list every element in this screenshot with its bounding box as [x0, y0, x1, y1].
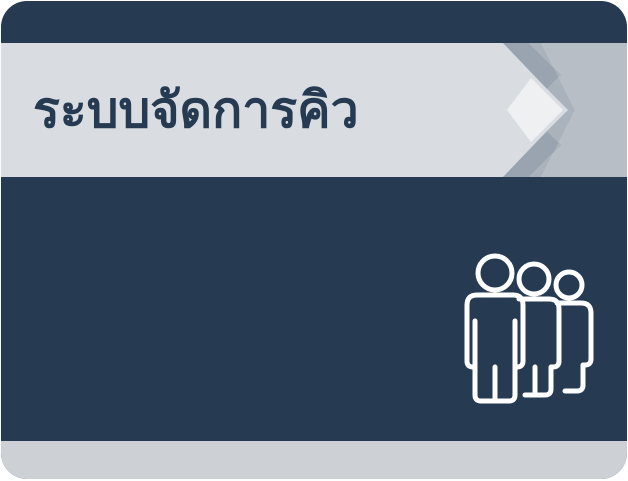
queue-system-card[interactable]: ระบบจัดการคิว	[1, 1, 627, 479]
people-group-icon	[464, 253, 594, 404]
page-title: ระบบจัดการคิว	[33, 81, 359, 139]
bottom-strip	[1, 441, 627, 479]
